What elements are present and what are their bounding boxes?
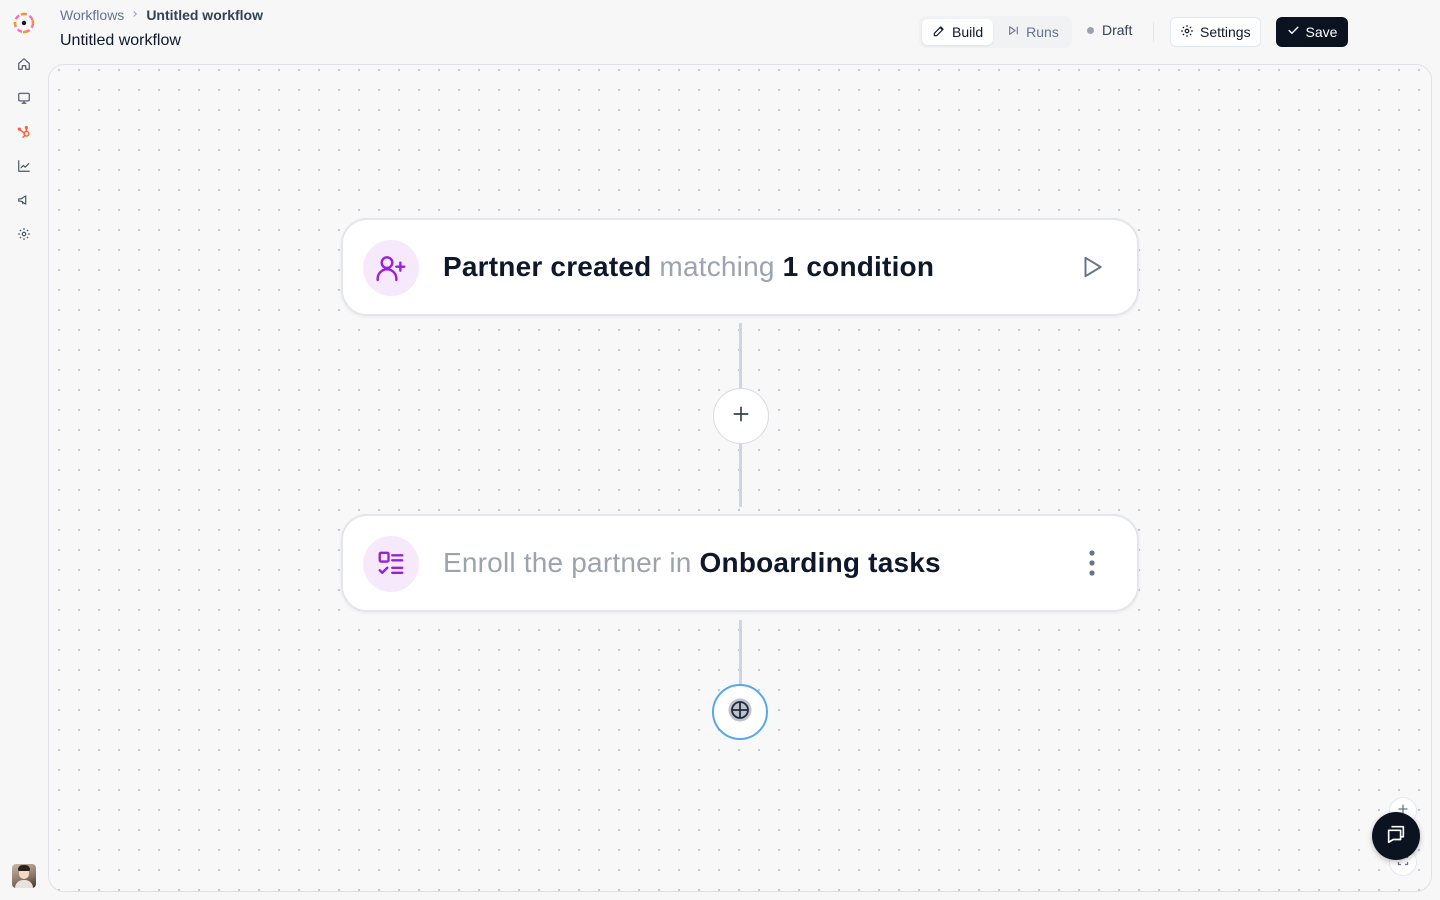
app-logo-icon[interactable] xyxy=(12,11,36,35)
user-avatar[interactable] xyxy=(12,864,36,888)
gear-icon[interactable] xyxy=(14,224,34,244)
chart-line-icon[interactable] xyxy=(14,156,34,176)
tab-build[interactable]: Build xyxy=(922,19,994,45)
status-badge: Draft xyxy=(1087,22,1132,38)
user-plus-icon xyxy=(363,240,419,296)
target-icon xyxy=(727,697,753,728)
monitor-icon[interactable] xyxy=(14,88,34,108)
breadcrumb: Workflows Untitled workflow xyxy=(60,7,263,23)
action-node[interactable]: Enroll the partner in Onboarding tasks xyxy=(341,514,1139,612)
play-icon[interactable] xyxy=(1075,250,1109,284)
add-step-button[interactable] xyxy=(713,388,769,444)
header-divider xyxy=(1153,22,1154,42)
action-text: Enroll the partner in Onboarding tasks xyxy=(443,516,941,610)
more-vertical-icon[interactable] xyxy=(1075,546,1109,580)
pencil-icon xyxy=(932,24,946,41)
mode-toggle: Build Runs xyxy=(919,16,1072,48)
action-target-link[interactable]: Onboarding tasks xyxy=(700,547,941,579)
plus-icon xyxy=(731,404,751,429)
connector-line xyxy=(739,620,742,684)
page-title[interactable]: Untitled workflow xyxy=(60,32,181,50)
trigger-condition-link[interactable]: 1 condition xyxy=(783,251,935,283)
megaphone-icon[interactable] xyxy=(14,190,34,210)
connector-line xyxy=(739,323,742,388)
hubspot-icon[interactable] xyxy=(14,122,34,142)
trigger-event: Partner created xyxy=(443,251,652,282)
play-skip-icon xyxy=(1007,24,1020,40)
chat-button[interactable] xyxy=(1372,812,1420,860)
task-list-icon xyxy=(363,536,419,592)
trigger-text: Partner created matching 1 condition xyxy=(443,220,934,314)
sidebar xyxy=(0,0,48,900)
status-dot-icon xyxy=(1087,26,1094,34)
connector-line xyxy=(739,444,742,507)
breadcrumb-root-link[interactable]: Workflows xyxy=(60,7,124,23)
action-description: Enroll the partner in xyxy=(443,547,692,578)
settings-label: Settings xyxy=(1200,24,1251,40)
breadcrumb-current: Untitled workflow xyxy=(146,7,263,23)
end-step-button[interactable] xyxy=(712,684,768,740)
save-label: Save xyxy=(1305,24,1338,40)
trigger-connector-text: matching xyxy=(659,251,775,282)
tab-runs-label: Runs xyxy=(1026,24,1059,40)
tab-build-label: Build xyxy=(952,24,984,40)
tab-runs[interactable]: Runs xyxy=(997,19,1069,45)
status-label: Draft xyxy=(1102,22,1133,38)
trigger-node[interactable]: Partner created matching 1 condition xyxy=(341,218,1139,316)
settings-button[interactable]: Settings xyxy=(1170,17,1261,47)
gear-icon xyxy=(1180,24,1194,41)
chevron-right-icon xyxy=(130,8,140,22)
chat-icon xyxy=(1385,823,1407,850)
home-icon[interactable] xyxy=(14,54,34,74)
workflow-canvas[interactable]: Partner created matching 1 condition Enr… xyxy=(48,64,1432,892)
save-button[interactable]: Save xyxy=(1276,17,1348,47)
check-icon xyxy=(1287,24,1300,40)
